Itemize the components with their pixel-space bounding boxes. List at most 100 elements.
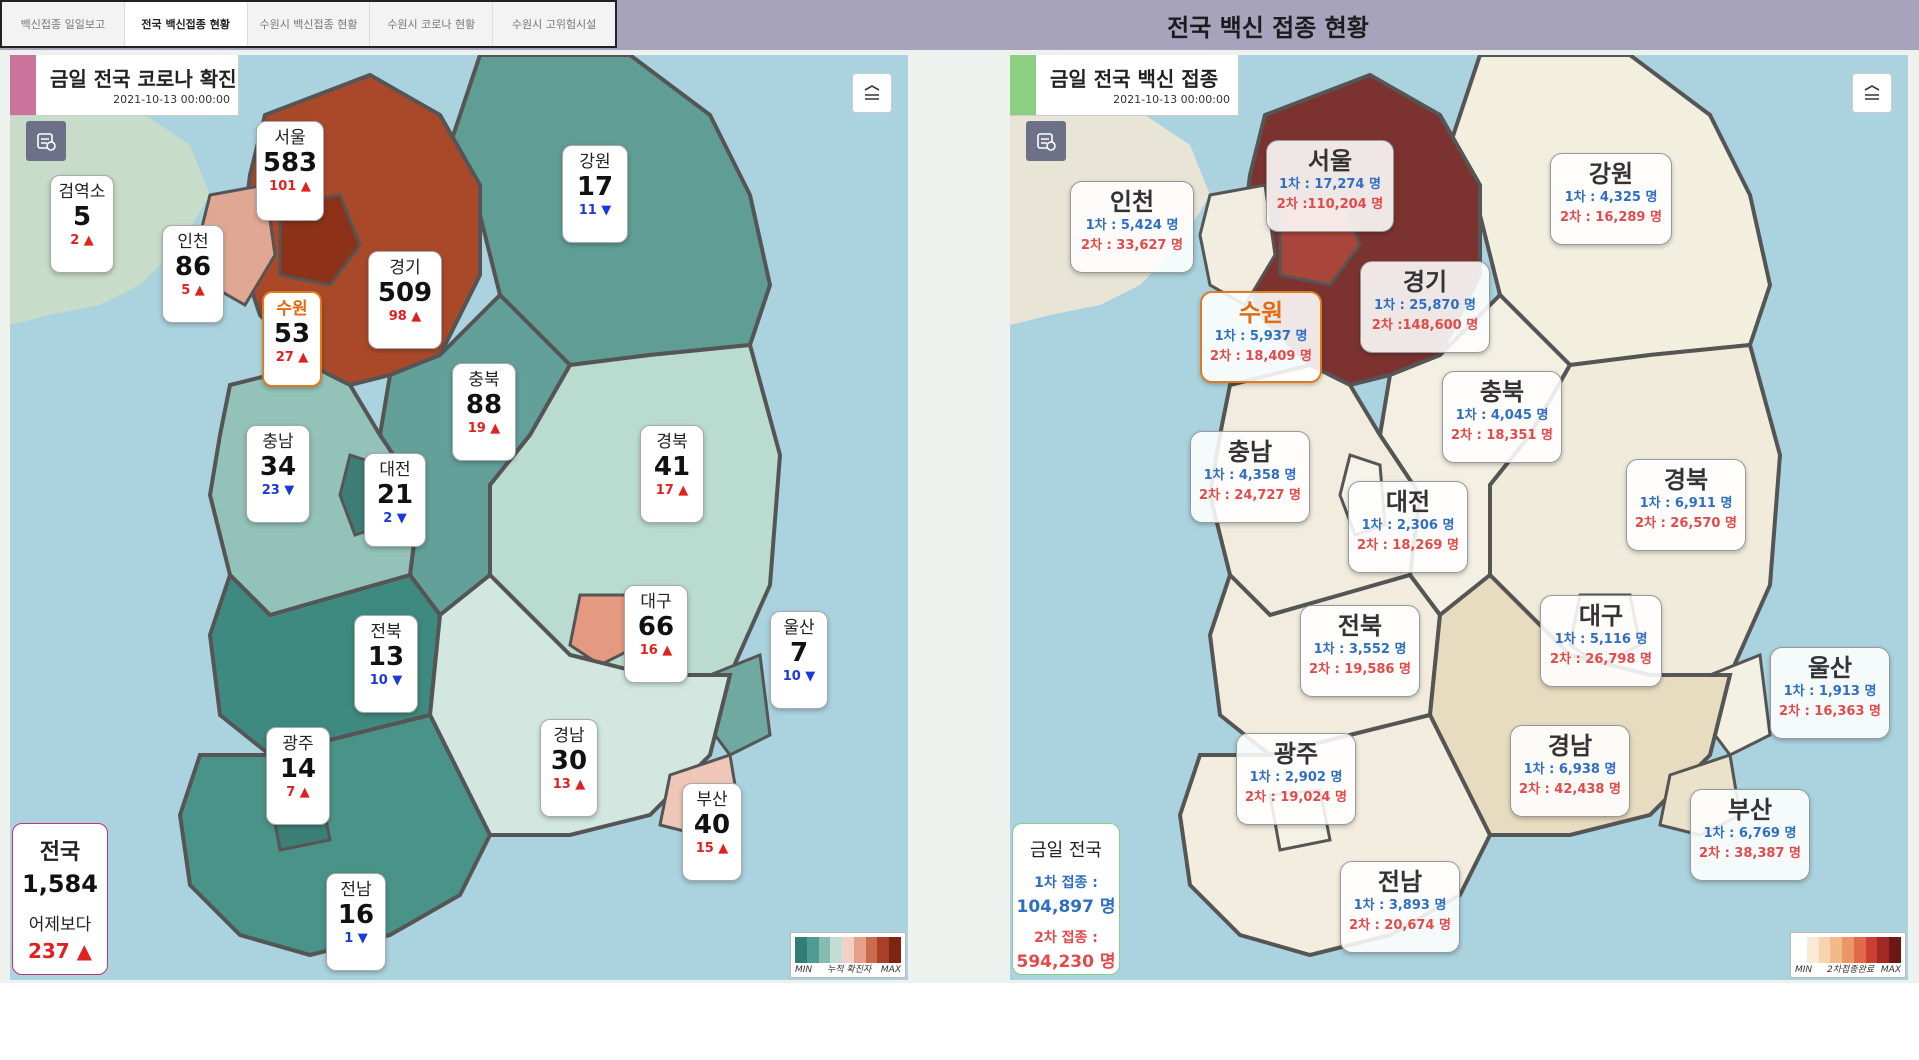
dose2-total: 594,230 명: [1016, 952, 1116, 972]
region-count: 88: [465, 390, 503, 420]
dose1-count: 1차 : 2,306 명: [1361, 518, 1455, 533]
region-card-jeonnam[interactable]: 전남 16 1 ▼: [326, 873, 386, 971]
layers-icon: [1037, 133, 1056, 151]
dose1-count: 1차 : 5,937 명: [1214, 329, 1308, 344]
dose2-count: 2차 : 20,674 명: [1349, 918, 1451, 933]
menu-button[interactable]: [1852, 73, 1892, 113]
dose2-count: 2차 : 16,289 명: [1560, 210, 1662, 225]
region-count: 86: [174, 252, 212, 282]
region-name: 경북: [1663, 466, 1709, 494]
dose1-total: 104,897 명: [1016, 897, 1116, 917]
dose1-count: 1차 : 5,116 명: [1554, 632, 1648, 647]
national-label: 금일 전국: [1030, 840, 1102, 861]
vaccine-card-gyeonggi[interactable]: 경기 1차 : 25,870 명 2차 :148,600 명: [1360, 261, 1490, 353]
legend-label: 2차접종완료: [1827, 965, 1875, 975]
region-card-gwangju[interactable]: 광주 14 7 ▲: [266, 727, 330, 825]
tab-daily-report[interactable]: 백신접종 일일보고: [2, 2, 125, 46]
region-count: 13: [367, 642, 405, 672]
region-count: 583: [262, 148, 318, 178]
region-card-quarantine[interactable]: 검역소 5 2 ▲: [50, 175, 114, 273]
region-name: 경남: [553, 726, 585, 746]
region-count: 5: [72, 202, 92, 232]
vaccine-card-suwon[interactable]: 수원 1차 : 5,937 명 2차 : 18,409 명: [1200, 291, 1322, 383]
region-card-chungnam[interactable]: 충남 34 23 ▼: [246, 425, 310, 523]
vaccine-card-gangwon[interactable]: 강원 1차 : 4,325 명 2차 : 16,289 명: [1550, 153, 1672, 245]
dose1-count: 1차 : 25,870 명: [1374, 298, 1476, 313]
vaccine-card-incheon[interactable]: 인천 1차 : 5,424 명 2차 : 33,627 명: [1070, 181, 1194, 273]
region-name: 부산: [696, 790, 728, 810]
vaccine-card-ulsan[interactable]: 울산 1차 : 1,913 명 2차 : 16,363 명: [1770, 647, 1890, 739]
region-card-gyeongbuk[interactable]: 경북 41 17 ▲: [640, 425, 704, 523]
color-legend: MIN 2차접종완료 MAX: [1790, 932, 1906, 978]
dose1-label: 1차 접종 :: [1034, 875, 1098, 891]
region-count: 66: [637, 612, 675, 642]
region-name: 광주: [282, 734, 314, 754]
region-card-gangwon[interactable]: 강원 17 11 ▼: [562, 145, 628, 243]
tab-suwon-corona[interactable]: 수원시 코로나 현황: [370, 2, 494, 46]
vaccine-card-gyeongnam[interactable]: 경남 1차 : 6,938 명 2차 : 42,438 명: [1510, 725, 1630, 817]
region-card-suwon[interactable]: 수원 53 27 ▲: [262, 291, 322, 387]
layers-button[interactable]: [26, 121, 66, 161]
region-card-daegu[interactable]: 대구 66 16 ▲: [624, 585, 688, 683]
region-delta: 15 ▲: [695, 841, 729, 856]
dose2-count: 2차 : 33,627 명: [1081, 238, 1183, 253]
map-timestamp: 2021-10-13 00:00:00: [113, 93, 230, 106]
region-delta: 16 ▲: [639, 643, 673, 658]
accent-bar: [1010, 55, 1036, 115]
region-card-daejeon[interactable]: 대전 21 2 ▼: [364, 453, 426, 547]
menu-lines-icon: [864, 85, 880, 100]
vaccine-card-jeonnam[interactable]: 전남 1차 : 3,893 명 2차 : 20,674 명: [1340, 861, 1460, 953]
vaccine-card-jeonbuk[interactable]: 전북 1차 : 3,552 명 2차 : 19,586 명: [1300, 605, 1420, 697]
dose1-count: 1차 : 4,325 명: [1564, 190, 1658, 205]
region-card-gyeongnam[interactable]: 경남 30 13 ▲: [540, 719, 598, 817]
menu-lines-icon: [1864, 85, 1880, 100]
vaccine-card-daejeon[interactable]: 대전 1차 : 2,306 명 2차 : 18,269 명: [1348, 481, 1468, 573]
accent-bar: [10, 55, 36, 115]
region-count: 41: [653, 452, 691, 482]
tab-national-vaccine[interactable]: 전국 백신접종 현황: [124, 2, 248, 46]
legend-max: MAX: [880, 965, 901, 975]
vaccine-card-busan[interactable]: 부산 1차 : 6,769 명 2차 : 38,387 명: [1690, 789, 1810, 881]
vaccine-card-chungbuk[interactable]: 충북 1차 : 4,045 명 2차 : 18,351 명: [1442, 371, 1562, 463]
vaccine-card-gyeongbuk[interactable]: 경북 1차 : 6,911 명 2차 : 26,570 명: [1626, 459, 1746, 551]
dose1-count: 1차 : 1,913 명: [1783, 684, 1877, 699]
vaccine-card-seoul[interactable]: 서울 1차 : 17,274 명 2차 :110,204 명: [1266, 140, 1394, 232]
legend-max: MAX: [1880, 965, 1901, 975]
region-delta: 11 ▼: [578, 203, 612, 218]
menu-button[interactable]: [852, 73, 892, 113]
region-card-jeonbuk[interactable]: 전북 13 10 ▼: [354, 615, 418, 713]
region-name: 인천: [177, 232, 209, 252]
dose2-count: 2차 :148,600 명: [1371, 318, 1479, 333]
vaccine-card-gwangju[interactable]: 광주 1차 : 2,902 명 2차 : 19,024 명: [1236, 733, 1356, 825]
region-card-seoul[interactable]: 서울 583 101 ▲: [256, 121, 324, 221]
dose1-count: 1차 : 3,552 명: [1313, 642, 1407, 657]
region-delta: 10 ▼: [369, 673, 403, 688]
region-name: 경기: [1402, 268, 1448, 296]
region-name: 부산: [1727, 796, 1773, 824]
region-card-incheon[interactable]: 인천 86 5 ▲: [162, 225, 224, 323]
vaccine-card-daegu[interactable]: 대구 1차 : 5,116 명 2차 : 26,798 명: [1540, 595, 1662, 687]
national-count: 1,584: [22, 870, 98, 898]
region-name: 검역소: [58, 182, 106, 202]
region-delta: 13 ▲: [552, 777, 586, 792]
map-title: 금일 전국 백신 접종: [1050, 67, 1219, 91]
region-card-chungbuk[interactable]: 충북 88 19 ▲: [452, 363, 516, 461]
region-delta: 101 ▲: [269, 179, 311, 194]
vaccine-panel: 금일 전국 백신 접종 2021-10-13 00:00:00 서울 1차 : …: [1000, 50, 1919, 983]
covid-map[interactable]: 금일 전국 코로나 확진 2021-10-13 00:00:00 서울 583 …: [10, 55, 908, 980]
region-card-busan[interactable]: 부산 40 15 ▲: [682, 783, 742, 881]
tab-suwon-vaccine[interactable]: 수원시 백신접종 현황: [247, 2, 371, 46]
layers-button[interactable]: [1026, 121, 1066, 161]
region-count: 7: [789, 638, 809, 668]
dose2-count: 2차 : 18,351 명: [1451, 428, 1553, 443]
region-card-gyeonggi[interactable]: 경기 509 98 ▲: [368, 251, 442, 349]
region-card-ulsan[interactable]: 울산 7 10 ▼: [770, 611, 828, 709]
legend-min: MIN: [1795, 965, 1813, 975]
vaccine-card-chungnam[interactable]: 충남 1차 : 4,358 명 2차 : 24,727 명: [1190, 431, 1310, 523]
region-name: 경기: [389, 258, 421, 278]
map-title: 금일 전국 코로나 확진: [50, 67, 237, 91]
vaccine-map[interactable]: 금일 전국 백신 접종 2021-10-13 00:00:00 서울 1차 : …: [1010, 55, 1908, 980]
region-name: 전북: [1337, 612, 1383, 640]
tab-suwon-facilities[interactable]: 수원시 고위험시설: [493, 2, 615, 46]
region-delta: 2 ▲: [70, 233, 94, 248]
